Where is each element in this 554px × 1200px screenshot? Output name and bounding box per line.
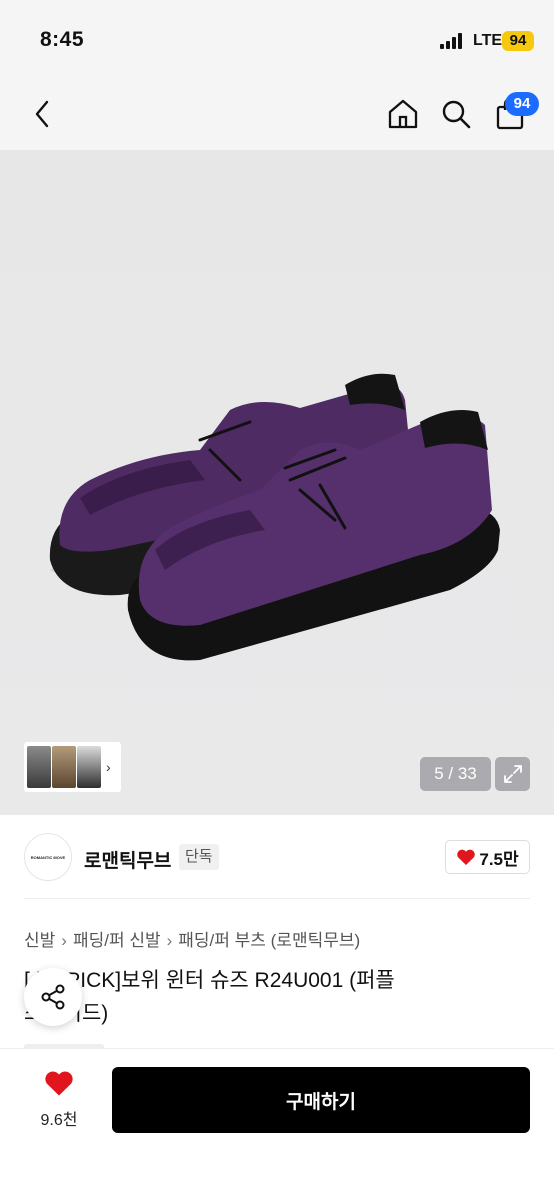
heart-icon xyxy=(45,1071,73,1096)
product-shoes-image xyxy=(49,373,500,661)
brand-row: ROMANTIC MOVE 로맨틱무브 단독 7.5만 xyxy=(0,815,554,899)
product-title-line: 스웨이드) xyxy=(24,997,524,1030)
bottom-action-bar: 9.6천 구매하기 xyxy=(0,1048,554,1200)
product-title: [ |수 PICK]보위 윈터 슈즈 R24U001 (퍼플 스웨이드) xyxy=(24,964,524,1030)
share-button[interactable] xyxy=(24,968,82,1026)
thumbnail-image[interactable] xyxy=(27,746,51,788)
search-icon xyxy=(442,100,471,129)
top-nav: 94 xyxy=(0,80,554,150)
expand-icon xyxy=(503,765,522,783)
breadcrumb-item[interactable]: 패딩/퍼 신발 xyxy=(73,931,161,950)
share-icon xyxy=(41,984,65,1010)
network-label: LTE xyxy=(473,32,503,49)
chevron-left-icon xyxy=(35,100,49,128)
signal-icon xyxy=(440,33,466,49)
brand-logo[interactable]: ROMANTIC MOVE xyxy=(24,833,72,881)
thumbnail-image[interactable] xyxy=(52,746,76,788)
brand-like-count: 7.5만 xyxy=(479,849,519,869)
home-button[interactable] xyxy=(381,92,425,136)
product-title-line: [ |수 PICK]보위 윈터 슈즈 R24U001 (퍼플 xyxy=(24,969,395,992)
brand-like-button[interactable]: 7.5만 xyxy=(445,840,530,874)
chevron-right-icon[interactable]: › xyxy=(106,759,111,775)
search-button[interactable] xyxy=(434,92,478,136)
expand-button[interactable] xyxy=(495,757,530,791)
battery-icon: 94 xyxy=(502,31,534,51)
wishlist-button[interactable]: 9.6천 xyxy=(24,1069,94,1130)
product-image-gallery[interactable]: › 5 / 33 xyxy=(0,150,554,815)
exclusive-badge: 단독 xyxy=(179,844,219,870)
breadcrumb: 신발 › 패딩/퍼 신발 › 패딩/퍼 부츠 (로맨틱무브) xyxy=(24,926,360,951)
breadcrumb-item[interactable]: 신발 xyxy=(24,931,55,950)
back-button[interactable] xyxy=(20,92,64,136)
breadcrumb-item[interactable]: 패딩/퍼 부츠 (로맨틱무브) xyxy=(178,931,360,950)
brand-name[interactable]: 로맨틱무브 xyxy=(84,846,171,873)
chevron-right-icon: › xyxy=(61,931,67,950)
image-counter: 5 / 33 xyxy=(420,757,491,791)
wishlist-count: 9.6천 xyxy=(40,1112,78,1129)
home-icon xyxy=(388,99,418,129)
cart-count-badge: 94 xyxy=(505,92,539,116)
status-time: 8:45 xyxy=(40,28,85,51)
status-bar: 8:45 LTE 94 xyxy=(0,0,554,80)
divider xyxy=(24,898,530,899)
heart-icon xyxy=(457,849,476,865)
buy-button[interactable]: 구매하기 xyxy=(112,1067,530,1133)
thumbnail-image[interactable] xyxy=(77,746,101,788)
chevron-right-icon: › xyxy=(166,931,173,950)
thumbnail-strip[interactable]: › xyxy=(24,742,121,792)
